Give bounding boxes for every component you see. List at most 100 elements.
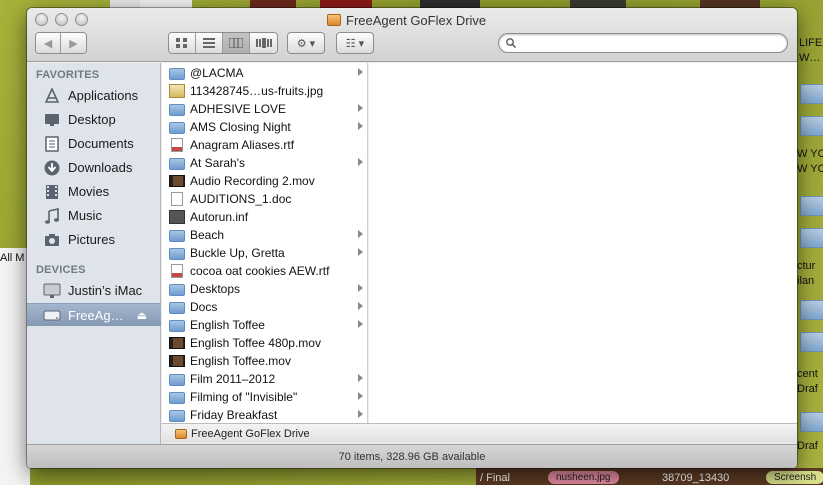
sidebar-item-movies[interactable]: Movies <box>27 180 161 203</box>
desktop-icon-label[interactable]: Screensh <box>766 471 823 484</box>
status-text: 70 items, 328.96 GB available <box>338 450 486 463</box>
folder-icon <box>169 103 185 116</box>
file-row[interactable]: AUDITIONS_1.doc <box>162 190 367 208</box>
sidebar-item-label: Downloads <box>68 160 133 175</box>
sidebar-heading-favorites: FAVORITES <box>36 69 100 81</box>
file-name: Audio Recording 2.mov <box>190 174 315 188</box>
desktop-icon-label[interactable]: ilan <box>797 275 814 287</box>
sidebar-item-desktop[interactable]: Desktop <box>27 108 161 131</box>
file-name: @LACMA <box>190 66 244 80</box>
file-name: AUDITIONS_1.doc <box>190 192 292 206</box>
disclosure-arrow-icon <box>358 68 363 76</box>
sidebar: FAVORITES Applications Desktop Documents… <box>27 63 161 444</box>
column-view-button[interactable] <box>223 33 250 53</box>
folder-row[interactable]: English Toffee <box>162 316 367 334</box>
desktop-folder-icon[interactable] <box>800 332 823 352</box>
forward-button[interactable]: ▶ <box>61 33 86 53</box>
sidebar-item-label: Documents <box>68 136 134 151</box>
sidebar-item-label: Justin’s iMac <box>68 283 143 298</box>
folder-row[interactable]: Buckle Up, Gretta <box>162 244 367 262</box>
desktop-folder-icon[interactable] <box>800 84 823 104</box>
disclosure-arrow-icon <box>358 122 363 130</box>
sidebar-item-freeagent-drive[interactable]: FreeAg… ⏏ <box>27 303 161 326</box>
minimize-button[interactable] <box>55 13 68 26</box>
sidebar-item-imac[interactable]: Justin’s iMac <box>27 279 161 302</box>
close-button[interactable] <box>35 13 48 26</box>
file-row[interactable]: Audio Recording 2.mov <box>162 172 367 190</box>
folder-row[interactable]: Film 2011–2012 <box>162 370 367 388</box>
file-row[interactable]: Anagram Aliases.rtf <box>162 136 367 154</box>
desktop-icon-label[interactable]: Draf <box>797 383 818 395</box>
file-name: Film 2011–2012 <box>190 372 276 386</box>
desktop-icon-label[interactable]: ctur <box>797 260 815 272</box>
file-row[interactable]: English Toffee 480p.mov <box>162 334 367 352</box>
folder-row[interactable]: Filming of "Invisible" <box>162 388 367 406</box>
doc-file-icon <box>171 192 183 206</box>
icon-view-button[interactable] <box>169 33 196 53</box>
finder-window: FreeAgent GoFlex Drive ◀ ▶ ⚙ ▾ ☷ ▾ FAVOR… <box>27 8 797 468</box>
arrange-menu-button[interactable]: ☷ ▾ <box>336 32 374 54</box>
coverflow-view-icon <box>255 38 272 48</box>
external-drive-icon <box>175 428 187 439</box>
path-segment[interactable]: FreeAgent GoFlex Drive <box>191 428 310 440</box>
folder-row[interactable]: Beach <box>162 226 367 244</box>
folder-row[interactable]: @LACMA <box>162 64 367 82</box>
path-bar: FreeAgent GoFlex Drive <box>162 423 797 443</box>
disclosure-arrow-icon <box>358 248 363 256</box>
sidebar-item-downloads[interactable]: Downloads <box>27 156 161 179</box>
folder-row[interactable]: AMS Closing Night <box>162 118 367 136</box>
folder-icon <box>169 157 185 170</box>
file-name: English Toffee 480p.mov <box>190 336 321 350</box>
back-button[interactable]: ◀ <box>36 33 61 53</box>
column-view-icon <box>229 38 243 48</box>
desktop-icon-label[interactable]: W… <box>799 52 820 64</box>
desktop-folder-icon[interactable] <box>800 116 823 136</box>
sidebar-item-documents[interactable]: Documents <box>27 132 161 155</box>
list-view-button[interactable] <box>196 33 223 53</box>
sidebar-item-label: Pictures <box>68 232 115 247</box>
desktop-icon-label[interactable]: cent <box>797 368 818 380</box>
file-row[interactable]: Autorun.inf <box>162 208 367 226</box>
folder-row[interactable]: Docs <box>162 298 367 316</box>
file-name: Friday Breakfast <box>190 408 278 422</box>
sidebar-item-pictures[interactable]: Pictures <box>27 228 161 251</box>
sidebar-item-applications[interactable]: Applications <box>27 84 161 107</box>
zoom-button[interactable] <box>75 13 88 26</box>
file-column-empty[interactable] <box>369 63 797 423</box>
status-bar: 70 items, 328.96 GB available <box>27 444 797 468</box>
desktop-icon-label[interactable]: LIFE <box>799 37 822 49</box>
folder-row[interactable]: At Sarah's <box>162 154 367 172</box>
title-bar[interactable]: FreeAgent GoFlex Drive ◀ ▶ ⚙ ▾ ☷ ▾ <box>27 8 797 62</box>
folder-row[interactable]: Friday Breakfast <box>162 406 367 423</box>
folder-row[interactable]: Desktops <box>162 280 367 298</box>
search-input[interactable] <box>521 36 781 51</box>
desktop-icon-label[interactable]: Draf <box>797 440 818 452</box>
file-row[interactable]: cocoa oat cookies AEW.rtf <box>162 262 367 280</box>
background-text: All M <box>0 252 25 264</box>
action-menu-button[interactable]: ⚙ ▾ <box>287 32 325 54</box>
folder-icon <box>169 391 185 404</box>
desktop-folder-icon[interactable] <box>800 228 823 248</box>
search-field[interactable] <box>498 33 788 53</box>
desktop-icon-label[interactable]: nusheen.jpg <box>548 471 619 484</box>
file-row[interactable]: English Toffee.mov <box>162 352 367 370</box>
file-name: Desktops <box>190 282 241 296</box>
file-row[interactable]: 113428745…us-fruits.jpg <box>162 82 367 100</box>
disclosure-arrow-icon <box>358 374 363 382</box>
file-name: Docs <box>190 300 218 314</box>
desktop-icon-label[interactable]: / Final <box>480 472 510 484</box>
desktop-icon-label[interactable]: W YO <box>797 163 823 175</box>
desktop-folder-icon[interactable] <box>800 196 823 216</box>
coverflow-view-button[interactable] <box>250 33 277 53</box>
desktop-folder-icon[interactable] <box>800 412 823 432</box>
desktop-icon-label[interactable]: W YO <box>797 148 823 160</box>
sidebar-item-music[interactable]: Music <box>27 204 161 227</box>
file-column[interactable]: @LACMA 113428745…us-fruits.jpg ADHESIVE LO… <box>162 63 368 423</box>
file-name: Anagram Aliases.rtf <box>190 138 295 152</box>
sidebar-item-label: FreeAg… <box>68 307 124 323</box>
desktop-folder-icon[interactable] <box>800 300 823 320</box>
desktop-icon-label[interactable]: 38709_13430 <box>662 472 729 484</box>
folder-row[interactable]: ADHESIVE LOVE <box>162 100 367 118</box>
eject-icon[interactable]: ⏏ <box>137 309 147 322</box>
window-title-text: FreeAgent GoFlex Drive <box>346 12 487 28</box>
